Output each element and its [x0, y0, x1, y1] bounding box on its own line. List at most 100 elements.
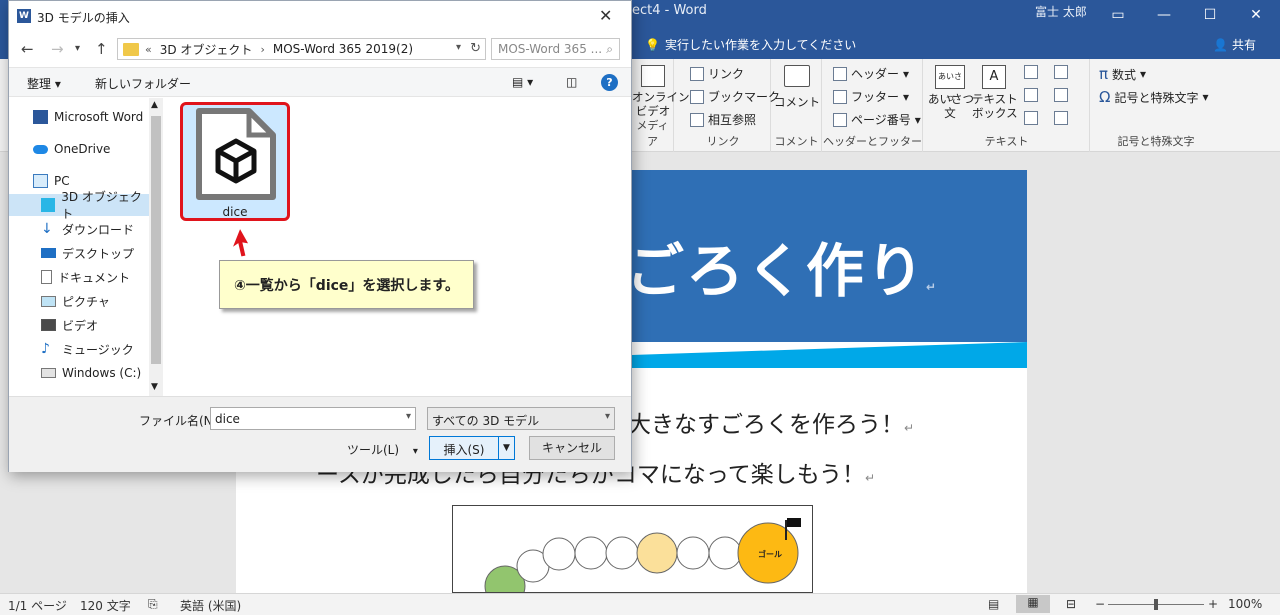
status-page[interactable]: 1/1 ページ: [8, 597, 67, 614]
textbox-button[interactable]: A テキスト ボックス: [972, 65, 1018, 120]
breadcrumb-mos-folder[interactable]: MOS-Word 365 2019(2): [273, 42, 413, 56]
status-bar: 1/1 ページ 120 文字 ⎘ 英語 (米国) ▤ ▦ ⊟ − + 100%: [0, 593, 1280, 615]
ribbon-display-icon[interactable]: ▭: [1095, 0, 1141, 30]
breadcrumb-3d-objects[interactable]: 3D オブジェクト: [160, 41, 253, 58]
user-name[interactable]: 富士 太郎: [1035, 3, 1087, 20]
sidebar-item-label: ビデオ: [62, 318, 99, 333]
signature-line-icon[interactable]: [1054, 65, 1068, 79]
filename-field[interactable]: dice ▾: [210, 407, 416, 430]
sidebar-item-onedrive[interactable]: OneDrive: [9, 138, 149, 160]
view-options-icon[interactable]: ▤ ▾: [512, 75, 533, 89]
refresh-icon[interactable]: ↻: [470, 41, 481, 56]
search-input[interactable]: MOS-Word 365 ... ⌕: [491, 38, 620, 60]
sidebar-item-label: ドキュメント: [58, 270, 131, 285]
greeting-button[interactable]: あいさつ あいさつ 文: [928, 65, 974, 120]
new-folder-button[interactable]: 新しいフォルダー: [95, 75, 191, 92]
close-icon[interactable]: ✕: [1233, 0, 1279, 30]
header-label: ヘッダー: [851, 67, 900, 81]
bookmark-button[interactable]: ブックマーク: [690, 88, 780, 105]
sidebar-item-downloads[interactable]: ↓ ダウンロード: [9, 218, 149, 240]
dialog-close-icon[interactable]: ✕: [599, 6, 612, 25]
object-icon[interactable]: [1054, 111, 1068, 125]
maximize-icon[interactable]: ☐: [1187, 0, 1233, 30]
date-time-icon[interactable]: [1054, 88, 1068, 102]
group-label-media: メディア: [636, 119, 669, 148]
help-icon[interactable]: ?: [601, 74, 618, 91]
organize-button[interactable]: 整理 ▾: [27, 75, 61, 92]
scrollbar-thumb[interactable]: [151, 116, 161, 364]
footer-icon: [833, 89, 847, 104]
quick-parts-icon[interactable]: [1024, 65, 1038, 79]
symbol-button[interactable]: Ω 記号と特殊文字 ▾: [1099, 88, 1209, 106]
comment-label: コメント: [774, 95, 820, 109]
print-layout-icon[interactable]: ▦: [1016, 595, 1050, 613]
header-button[interactable]: ヘッダー ▾: [833, 65, 909, 82]
ribbon-group-text: あいさつ あいさつ 文 A テキスト ボックス テキスト: [924, 59, 1090, 152]
address-dropdown-icon[interactable]: ▾: [456, 42, 461, 53]
navigation-row: ← → ▾ ↑ « 3D オブジェクト › MOS-Word 365 2019(…: [9, 32, 631, 66]
footer-button[interactable]: フッター ▾: [833, 88, 909, 105]
equation-button[interactable]: π 数式 ▾: [1099, 65, 1146, 83]
up-arrow-icon[interactable]: ↑: [95, 40, 108, 58]
group-label-comments: コメント: [774, 135, 819, 148]
sidebar-item-music[interactable]: ♪ ミュージック: [9, 338, 149, 360]
sidebar-item-3d-objects[interactable]: 3D オブジェクト: [9, 190, 149, 221]
status-language[interactable]: 英語 (米国): [180, 597, 241, 614]
address-bar[interactable]: « 3D オブジェクト › MOS-Word 365 2019(2) ▾ ↻: [117, 38, 486, 60]
proofing-icon[interactable]: ⎘: [148, 597, 158, 612]
read-mode-icon[interactable]: ▤: [988, 597, 999, 611]
page-number-button[interactable]: ページ番号 ▾: [833, 111, 921, 128]
comment-button[interactable]: コメント: [772, 65, 822, 109]
filename-dropdown-icon[interactable]: ▾: [406, 411, 411, 422]
cancel-button[interactable]: キャンセル: [529, 436, 615, 460]
insert-button[interactable]: 挿入(S) ▼: [429, 436, 515, 460]
status-word-count[interactable]: 120 文字: [80, 597, 131, 614]
sidebar-item-label: Windows (C:): [62, 366, 142, 380]
zoom-out-icon[interactable]: −: [1095, 597, 1105, 611]
share-button[interactable]: 👤 共有: [1213, 36, 1256, 53]
cross-reference-button[interactable]: 相互参照: [690, 111, 756, 128]
sidebar-item-microsoft-word[interactable]: Microsoft Word: [9, 106, 149, 128]
zoom-in-icon[interactable]: +: [1208, 597, 1218, 611]
link-button[interactable]: リンク: [690, 65, 744, 82]
sidebar-item-documents[interactable]: ドキュメント: [9, 266, 149, 288]
forward-arrow-icon[interactable]: →: [51, 40, 64, 58]
online-video-button[interactable]: オンライン ビデオ: [632, 65, 690, 118]
greeting-label: あいさつ 文: [928, 92, 974, 120]
sidebar-item-windows-c[interactable]: Windows (C:): [9, 362, 149, 384]
group-label-header-footer: ヘッダーとフッター: [823, 135, 922, 148]
web-layout-icon[interactable]: ⊟: [1066, 597, 1076, 611]
sidebar-scrollbar[interactable]: ▲ ▼: [149, 98, 163, 396]
cloud-icon: [33, 144, 48, 154]
video-icon: [41, 319, 56, 331]
wordart-icon[interactable]: [1024, 88, 1038, 102]
scroll-up-icon[interactable]: ▲: [151, 100, 158, 110]
zoom-slider-thumb[interactable]: [1154, 599, 1158, 610]
drop-cap-icon[interactable]: [1024, 111, 1038, 125]
recent-dropdown-icon[interactable]: ▾: [75, 43, 80, 54]
sidebar-item-pictures[interactable]: ピクチャ: [9, 290, 149, 312]
filename-value: dice: [215, 412, 240, 426]
group-label-links: リンク: [706, 135, 740, 148]
file-type-dropdown-icon[interactable]: ▾: [605, 411, 610, 422]
zoom-level[interactable]: 100%: [1228, 597, 1262, 611]
ribbon-group-header-footer: ヘッダー ▾ フッター ▾ ページ番号 ▾ ヘッダーとフッター: [823, 59, 923, 152]
minimize-icon[interactable]: —: [1141, 0, 1187, 30]
lightbulb-icon: 💡: [645, 37, 660, 52]
link-label: リンク: [708, 67, 745, 81]
back-arrow-icon[interactable]: ←: [21, 40, 34, 58]
sugoroku-board-image[interactable]: ゴール: [452, 505, 813, 593]
scroll-down-icon[interactable]: ▼: [151, 382, 158, 392]
dialog-toolbar: 整理 ▾ 新しいフォルダー ▤ ▾ ◫ ?: [9, 67, 631, 97]
file-type-select[interactable]: すべての 3D モデル ▾: [427, 407, 615, 430]
tell-me-box[interactable]: 💡 実行したい作業を入力してください: [645, 36, 856, 53]
preview-pane-icon[interactable]: ◫: [566, 75, 577, 89]
header-icon: [833, 66, 847, 81]
file-item-dice[interactable]: dice: [180, 102, 290, 221]
navigation-pane: Microsoft Word OneDrive PC 3D オブジェクト ↓ ダウ…: [9, 98, 163, 396]
sidebar-item-desktop[interactable]: デスクトップ: [9, 242, 149, 264]
tools-button[interactable]: ツール(L) ▾: [347, 441, 418, 458]
textbox-icon: A: [982, 65, 1006, 89]
sidebar-item-videos[interactable]: ビデオ: [9, 314, 149, 336]
insert-dropdown-icon[interactable]: ▼: [498, 437, 514, 459]
